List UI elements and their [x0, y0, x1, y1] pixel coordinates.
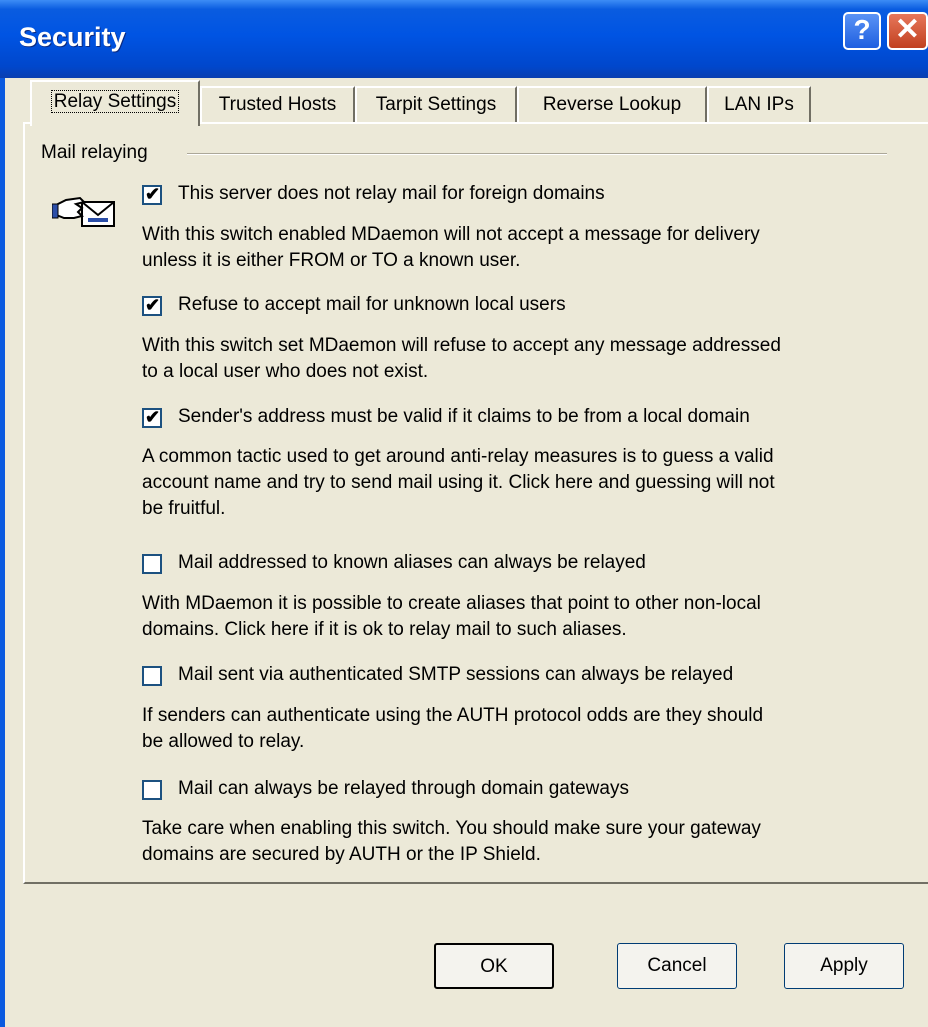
option-description-gateway-relay: Take care when enabling this switch. You… [142, 818, 761, 865]
help-button[interactable]: ? [843, 12, 881, 50]
tab-tarpit-settings[interactable]: Tarpit Settings [355, 86, 517, 124]
tab-label: Relay Settings [50, 90, 180, 113]
window-title: Security [19, 22, 126, 52]
checkbox-no-foreign-relay[interactable]: ✔ [142, 184, 162, 205]
option-description-alias-relay: With MDaemon it is possible to create al… [142, 593, 761, 640]
checkbox-valid-sender-local[interactable]: ✔ [142, 407, 162, 428]
ok-button[interactable]: OK [434, 943, 554, 989]
option-label-refuse-unknown-local[interactable]: Refuse to accept mail for unknown local … [178, 294, 566, 316]
check-mark-icon: ✔ [145, 295, 161, 315]
checkbox-auth-smtp-relay[interactable] [142, 666, 162, 686]
option-description-no-foreign-relay: With this switch enabled MDaemon will no… [142, 224, 760, 271]
checkbox-alias-relay[interactable] [142, 554, 162, 574]
option-description-valid-sender-local: A common tactic used to get around anti-… [142, 446, 775, 519]
tab-relay-settings[interactable]: Relay Settings [30, 80, 200, 126]
option-label-no-foreign-relay[interactable]: This server does not relay mail for fore… [178, 183, 605, 205]
option-label-auth-smtp-relay[interactable]: Mail sent via authenticated SMTP session… [178, 664, 733, 686]
option-description-auth-smtp-relay: If senders can authenticate using the AU… [142, 705, 764, 752]
check-mark-icon: ✔ [145, 407, 161, 427]
title-bar[interactable]: Security ? ✕ [0, 0, 928, 78]
group-divider [187, 153, 887, 155]
relay-hand-envelope-icon [52, 196, 115, 227]
close-button[interactable]: ✕ [887, 12, 928, 50]
checkbox-gateway-relay[interactable] [142, 780, 162, 800]
checkbox-refuse-unknown-local[interactable]: ✔ [142, 295, 162, 316]
tab-trusted-hosts[interactable]: Trusted Hosts [200, 86, 355, 124]
group-title-mail-relaying: Mail relaying [41, 142, 148, 163]
option-description-refuse-unknown-local: With this switch set MDaemon will refuse… [142, 335, 781, 382]
apply-button[interactable]: Apply [784, 943, 904, 989]
option-label-alias-relay[interactable]: Mail addressed to known aliases can alwa… [178, 552, 646, 574]
tab-lan-ips[interactable]: LAN IPs [707, 86, 811, 124]
option-label-gateway-relay[interactable]: Mail can always be relayed through domai… [178, 778, 629, 800]
option-label-valid-sender-local[interactable]: Sender's address must be valid if it cla… [178, 406, 750, 428]
check-mark-icon: ✔ [145, 184, 161, 204]
cancel-button[interactable]: Cancel [617, 943, 737, 989]
tab-reverse-lookup[interactable]: Reverse Lookup [517, 86, 707, 124]
